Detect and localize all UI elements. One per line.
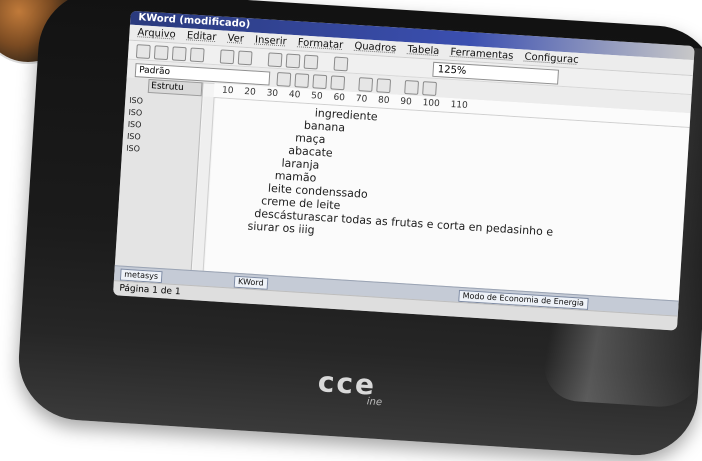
menu-item-tabela[interactable]: Tabela <box>407 44 440 57</box>
spellcheck-icon[interactable] <box>333 56 349 72</box>
new-document-icon[interactable] <box>135 44 151 59</box>
sidebar-item[interactable]: ISO <box>127 120 141 130</box>
save-icon[interactable] <box>171 46 187 62</box>
align-justify-icon[interactable] <box>330 75 346 91</box>
ruler-tick: 100 <box>422 98 441 110</box>
menu-item-configuracoes[interactable]: Configurac <box>524 52 579 66</box>
indent-increase-icon[interactable] <box>422 81 437 97</box>
sidebar-item[interactable]: ISO <box>128 108 142 118</box>
sidebar-item[interactable]: ISO <box>127 132 141 142</box>
tab-structure[interactable]: Estrutu <box>147 78 203 97</box>
menu-item-ver[interactable]: Ver <box>227 33 244 45</box>
menu-item-arquivo[interactable]: Arquivo <box>137 27 176 40</box>
menu-item-quadros[interactable]: Quadros <box>354 41 397 55</box>
align-left-icon[interactable] <box>276 72 292 87</box>
indent-decrease-icon[interactable] <box>404 80 420 95</box>
ruler-tick: 10 <box>221 85 234 97</box>
align-right-icon[interactable] <box>312 74 328 90</box>
ruler-tick: 40 <box>288 89 301 101</box>
open-folder-icon[interactable] <box>153 45 169 61</box>
copy-icon[interactable] <box>285 53 301 69</box>
bullet-list-icon[interactable] <box>358 77 374 93</box>
sidebar-item[interactable]: ISO <box>126 144 140 154</box>
paste-icon[interactable] <box>303 54 319 70</box>
ruler-tick: 20 <box>243 86 257 98</box>
sidebar-item[interactable]: ISO <box>129 96 143 106</box>
ruler-tick: 90 <box>399 96 413 108</box>
menu-item-editar[interactable]: Editar <box>187 30 217 43</box>
print-icon[interactable] <box>189 47 205 63</box>
redo-icon[interactable] <box>237 50 253 66</box>
ruler-tick: 60 <box>333 92 346 104</box>
undo-icon[interactable] <box>219 49 235 65</box>
menu-item-inserir[interactable]: Inserir <box>255 35 287 48</box>
align-center-icon[interactable] <box>294 73 310 88</box>
numbered-list-icon[interactable] <box>376 78 392 94</box>
ruler-tick: 50 <box>310 91 323 102</box>
page-indicator: Página 1 de 1 <box>119 283 181 298</box>
cut-icon[interactable] <box>267 52 283 68</box>
ruler-tick: 70 <box>355 93 368 105</box>
menu-item-ferramentas[interactable]: Ferramentas <box>450 47 514 62</box>
ruler-tick: 30 <box>266 88 279 100</box>
tablet-device: KWord (modificado) Arquivo Editar Ver In… <box>15 0 702 459</box>
ruler-tick: 80 <box>377 95 390 107</box>
ruler-tick: 110 <box>450 99 469 112</box>
menu-item-formatar[interactable]: Formatar <box>297 37 343 51</box>
sidebar-structure: Estrutu ISO ISO ISO ISO ISO <box>114 77 204 281</box>
brand-model: ine <box>366 396 383 409</box>
screen: KWord (modificado) Arquivo Editar Ver In… <box>112 10 695 331</box>
